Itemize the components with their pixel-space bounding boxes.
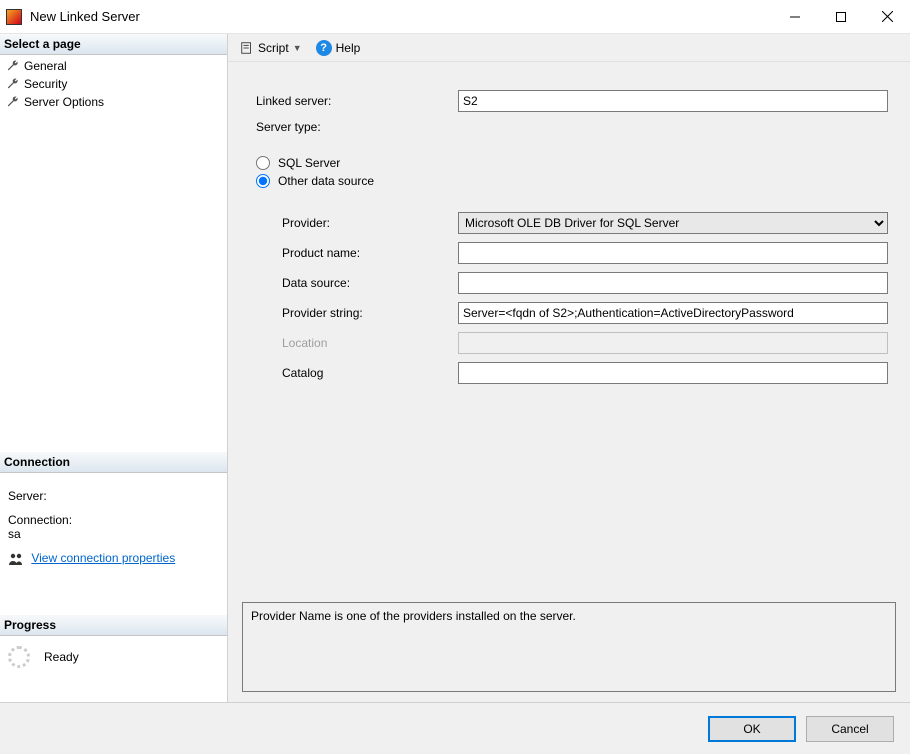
toolbar: Script ▼ ? Help xyxy=(228,34,910,62)
view-connection-row: View connection properties xyxy=(8,551,219,567)
product-name-label: Product name: xyxy=(250,246,458,260)
catalog-input[interactable] xyxy=(458,362,888,384)
sidebar-item-security[interactable]: Security xyxy=(0,75,227,93)
minimize-button[interactable] xyxy=(772,0,818,34)
connection-header: Connection xyxy=(0,452,227,473)
product-name-input[interactable] xyxy=(458,242,888,264)
server-type-label: Server type: xyxy=(250,120,458,134)
sidebar-item-general[interactable]: General xyxy=(0,57,227,75)
help-button[interactable]: ? Help xyxy=(312,38,365,58)
data-source-input[interactable] xyxy=(458,272,888,294)
data-source-label: Data source: xyxy=(250,276,458,290)
connection-block: Server: Connection: sa View connection p… xyxy=(0,473,227,575)
sql-server-radio[interactable] xyxy=(256,156,270,170)
page-list: General Security Server Options xyxy=(0,55,227,117)
maximize-icon xyxy=(836,12,846,22)
connection-label: Connection: xyxy=(8,513,219,527)
maximize-button[interactable] xyxy=(818,0,864,34)
sql-server-radio-label: SQL Server xyxy=(278,156,340,170)
app-icon xyxy=(6,9,22,25)
location-input xyxy=(458,332,888,354)
sidebar-item-label: Server Options xyxy=(24,95,104,109)
provider-string-input[interactable] xyxy=(458,302,888,324)
wrench-icon xyxy=(6,59,20,73)
connection-value: sa xyxy=(8,527,219,541)
other-data-source-radio-label: Other data source xyxy=(278,174,374,188)
server-label: Server: xyxy=(8,489,219,503)
view-connection-link[interactable]: View connection properties xyxy=(31,551,175,565)
minimize-icon xyxy=(790,12,800,22)
provider-string-label: Provider string: xyxy=(250,306,458,320)
footer: OK Cancel xyxy=(0,702,910,754)
provider-select[interactable]: Microsoft OLE DB Driver for SQL Server xyxy=(458,212,888,234)
spinner-icon xyxy=(8,646,30,668)
select-page-header: Select a page xyxy=(0,34,227,55)
sidebar-item-label: Security xyxy=(24,77,67,91)
ok-button[interactable]: OK xyxy=(708,716,796,742)
wrench-icon xyxy=(6,95,20,109)
cancel-button[interactable]: Cancel xyxy=(806,716,894,742)
close-icon xyxy=(882,11,893,22)
script-icon xyxy=(240,41,254,55)
progress-text: Ready xyxy=(44,650,79,664)
info-box: Provider Name is one of the providers in… xyxy=(242,602,896,692)
linked-server-input[interactable] xyxy=(458,90,888,112)
catalog-label: Catalog xyxy=(250,366,458,380)
provider-label: Provider: xyxy=(250,216,458,230)
linked-server-label: Linked server: xyxy=(250,94,458,108)
window-title: New Linked Server xyxy=(30,9,772,24)
progress-header: Progress xyxy=(0,615,227,636)
other-data-source-radio[interactable] xyxy=(256,174,270,188)
titlebar: New Linked Server xyxy=(0,0,910,34)
form-area: Linked server: Server type: SQL Server O… xyxy=(228,62,910,402)
people-icon xyxy=(8,551,24,567)
script-label: Script xyxy=(258,41,289,55)
help-icon: ? xyxy=(316,40,332,56)
sidebar-item-label: General xyxy=(24,59,67,73)
main-panel: Script ▼ ? Help Linked server: Server ty… xyxy=(228,34,910,702)
location-label: Location xyxy=(250,336,458,350)
wrench-icon xyxy=(6,77,20,91)
help-label: Help xyxy=(336,41,361,55)
sidebar-item-server-options[interactable]: Server Options xyxy=(0,93,227,111)
close-button[interactable] xyxy=(864,0,910,34)
info-text: Provider Name is one of the providers in… xyxy=(251,609,576,623)
script-button[interactable]: Script ▼ xyxy=(236,39,306,57)
sidebar: Select a page General Security Server Op… xyxy=(0,34,228,702)
progress-row: Ready xyxy=(0,636,227,678)
dropdown-caret-icon: ▼ xyxy=(293,43,302,53)
